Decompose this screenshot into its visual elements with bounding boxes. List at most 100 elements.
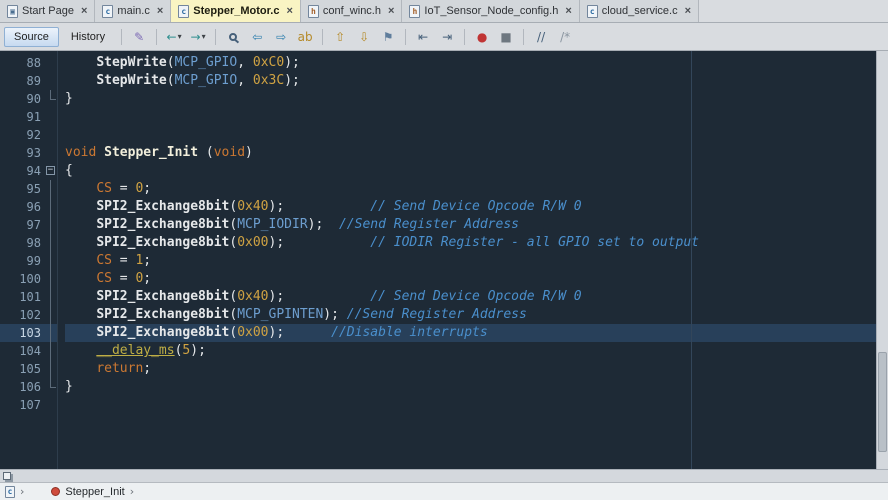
tab-iot-sensor-node-config-h[interactable]: h IoT_Sensor_Node_config.h × — [402, 0, 579, 22]
code-line[interactable]: return; — [65, 360, 876, 378]
toggle-highlight-search-button[interactable]: ab — [294, 26, 316, 47]
code-token: ( — [167, 55, 175, 70]
line-number[interactable]: 90 — [0, 90, 57, 108]
h-file-icon: h — [308, 5, 319, 18]
line-number[interactable]: 106 — [0, 378, 57, 396]
line-number[interactable]: 89 — [0, 72, 57, 90]
line-number[interactable]: 91 — [0, 108, 57, 126]
tab-close-icon[interactable]: × — [286, 6, 292, 16]
line-number[interactable]: 92 — [0, 126, 57, 144]
jump-forward-icon: → — [191, 31, 201, 43]
line-number[interactable]: 99 — [0, 252, 57, 270]
line-number[interactable]: 105 — [0, 360, 57, 378]
line-number[interactable]: 103 — [0, 324, 57, 342]
code-token: SPI2_Exchange8bit — [96, 289, 229, 304]
find-selection-button[interactable] — [222, 26, 244, 47]
line-number[interactable]: 100 — [0, 270, 57, 288]
line-number[interactable]: 102 — [0, 306, 57, 324]
dropdown-arrow-icon[interactable]: ▾ — [202, 32, 206, 41]
code-line[interactable]: CS = 0; — [65, 270, 876, 288]
stop-macro-recording-button[interactable]: ■ — [495, 26, 517, 47]
code-line[interactable]: { — [65, 162, 876, 180]
line-number[interactable]: 93 — [0, 144, 57, 162]
history-view-button[interactable]: History — [61, 27, 115, 47]
code-token — [65, 73, 96, 88]
code-line[interactable]: CS = 0; — [65, 180, 876, 198]
find-previous-occurrence-button[interactable]: ⇦ — [246, 26, 268, 47]
breadcrumb-function[interactable]: Stepper_Init — [65, 486, 124, 498]
code-line[interactable]: StepWrite(MCP_GPIO, 0x3C); — [65, 72, 876, 90]
code-line[interactable]: SPI2_Exchange8bit(0x40); // Send Device … — [65, 288, 876, 306]
toggle-bookmark-button[interactable]: ⚑ — [377, 26, 399, 47]
fold-toggle-icon[interactable]: − — [46, 166, 55, 175]
shift-line-right-button[interactable]: ⇥ — [436, 26, 458, 47]
find-previous-occurrence-icon: ⇦ — [252, 31, 262, 43]
line-number[interactable]: 88 — [0, 54, 57, 72]
code-token: 0xC0 — [253, 55, 284, 70]
code-token: __delay_ms — [96, 343, 174, 358]
line-number[interactable]: 98 — [0, 234, 57, 252]
code-line[interactable]: StepWrite(MCP_GPIO, 0xC0); — [65, 54, 876, 72]
tab-close-icon[interactable]: × — [81, 6, 87, 16]
horizontal-scrollbar[interactable] — [0, 469, 888, 482]
code-token: ); — [190, 343, 206, 358]
tab-main-c[interactable]: cmain.c× — [95, 0, 171, 22]
tab-cloud-service-c[interactable]: ccloud_service.c× — [580, 0, 699, 22]
code-line[interactable]: } — [65, 90, 876, 108]
code-line[interactable]: CS = 1; — [65, 252, 876, 270]
code-line[interactable]: SPI2_Exchange8bit(MCP_IODIR); //Send Reg… — [65, 216, 876, 234]
code-line[interactable]: SPI2_Exchange8bit(MCP_GPINTEN); //Send R… — [65, 306, 876, 324]
dropdown-arrow-icon[interactable]: ▾ — [178, 32, 182, 41]
find-next-occurrence-button[interactable]: ⇨ — [270, 26, 292, 47]
code-token: ( — [198, 145, 214, 160]
shift-line-left-button[interactable]: ⇤ — [412, 26, 434, 47]
tab-stepper-motor-c[interactable]: cStepper_Motor.c× — [171, 0, 301, 22]
code-line[interactable]: SPI2_Exchange8bit(0x00); // IODIR Regist… — [65, 234, 876, 252]
fold-guide — [50, 360, 51, 378]
comment-lines-button[interactable]: // — [530, 26, 552, 47]
code-lines[interactable]: StepWrite(MCP_GPIO, 0xC0); StepWrite(MCP… — [58, 51, 876, 469]
line-number[interactable]: 104 — [0, 342, 57, 360]
code-line[interactable]: __delay_ms(5); — [65, 342, 876, 360]
code-token: 0x40 — [237, 289, 268, 304]
h-file-icon: h — [409, 5, 420, 18]
tab-label: IoT_Sensor_Node_config.h — [424, 5, 558, 17]
start-macro-recording-button[interactable]: ● — [471, 26, 493, 47]
vertical-scrollbar-thumb[interactable] — [878, 352, 887, 452]
previous-bookmark-button[interactable]: ⇧ — [329, 26, 351, 47]
tab-close-icon[interactable]: × — [157, 6, 163, 16]
tab-close-icon[interactable]: × — [685, 6, 691, 16]
code-token: void — [65, 145, 96, 160]
code-token — [284, 199, 370, 214]
tab-close-icon[interactable]: × — [388, 6, 394, 16]
code-line[interactable] — [65, 126, 876, 144]
code-token: ); — [308, 217, 339, 232]
code-line[interactable]: SPI2_Exchange8bit(0x00); //Disable inter… — [65, 324, 876, 342]
editor-toolbar: Source History ✎←▾→▾⇦⇨ab⇧⇩⚑⇤⇥●■///* — [0, 23, 888, 51]
tab-conf-winc-h[interactable]: hconf_winc.h× — [301, 0, 403, 22]
line-number[interactable]: 101 — [0, 288, 57, 306]
line-number[interactable]: 95 — [0, 180, 57, 198]
next-bookmark-button[interactable]: ⇩ — [353, 26, 375, 47]
file-icon[interactable]: c — [5, 486, 15, 498]
code-line[interactable]: SPI2_Exchange8bit(0x40); // Send Device … — [65, 198, 876, 216]
line-number[interactable]: 107 — [0, 396, 57, 414]
jump-back-button[interactable]: ←▾ — [163, 26, 185, 47]
document-switcher-icon[interactable] — [3, 472, 11, 480]
find-next-occurrence-icon: ⇨ — [276, 31, 286, 43]
line-number[interactable]: 96 — [0, 198, 57, 216]
line-number[interactable]: 97 — [0, 216, 57, 234]
jump-forward-button[interactable]: →▾ — [187, 26, 209, 47]
tab-start-page[interactable]: ▣Start Page× — [0, 0, 95, 22]
code-line[interactable] — [65, 396, 876, 414]
uncomment-lines-button[interactable]: /* — [554, 26, 576, 47]
code-line[interactable]: } — [65, 378, 876, 396]
toolbar-separator — [464, 29, 465, 45]
tab-close-icon[interactable]: × — [565, 6, 571, 16]
source-view-button[interactable]: Source — [4, 27, 59, 47]
code-line[interactable] — [65, 108, 876, 126]
last-edit-location-button[interactable]: ✎ — [128, 26, 150, 47]
code-token — [65, 343, 96, 358]
code-line[interactable]: void Stepper_Init (void) — [65, 144, 876, 162]
vertical-scrollbar[interactable] — [876, 51, 888, 469]
